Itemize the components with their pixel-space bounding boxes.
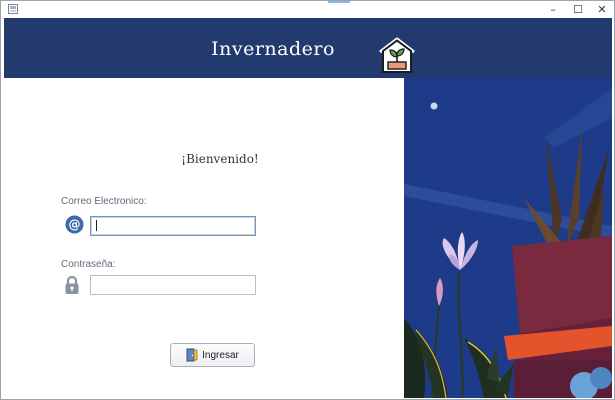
email-field[interactable] <box>90 216 256 236</box>
maximize-button[interactable]: ☐ <box>566 1 590 18</box>
java-app-icon <box>8 4 18 14</box>
login-panel: ¡Bienvenido! Correo Electronico: @ Contr… <box>4 78 404 398</box>
login-button-label: Ingresar <box>202 349 239 361</box>
minimize-button[interactable]: – <box>541 1 565 18</box>
at-sign-icon: @ <box>65 215 84 234</box>
padlock-icon <box>65 275 79 294</box>
door-exit-icon <box>186 348 198 362</box>
night-garden-illustration <box>404 78 612 398</box>
close-button[interactable]: ✕ <box>590 1 614 18</box>
login-window: – ☐ ✕ Invernadero ¡Bienvenido! Correo El… <box>0 0 615 400</box>
email-label: Correo Electronico: <box>61 196 147 207</box>
app-header: Invernadero <box>4 18 612 78</box>
welcome-heading: ¡Bienvenido! <box>181 152 259 166</box>
title-focus-indicator <box>328 1 350 3</box>
login-button[interactable]: Ingresar <box>170 343 255 367</box>
password-label: Contraseña: <box>61 259 116 270</box>
svg-text:@: @ <box>69 218 81 232</box>
text-caret <box>96 219 97 231</box>
app-title: Invernadero <box>211 38 335 60</box>
greenhouse-icon <box>379 37 415 73</box>
title-bar: – ☐ ✕ <box>1 1 614 19</box>
password-field[interactable] <box>90 275 256 295</box>
decorative-scene <box>404 78 612 398</box>
